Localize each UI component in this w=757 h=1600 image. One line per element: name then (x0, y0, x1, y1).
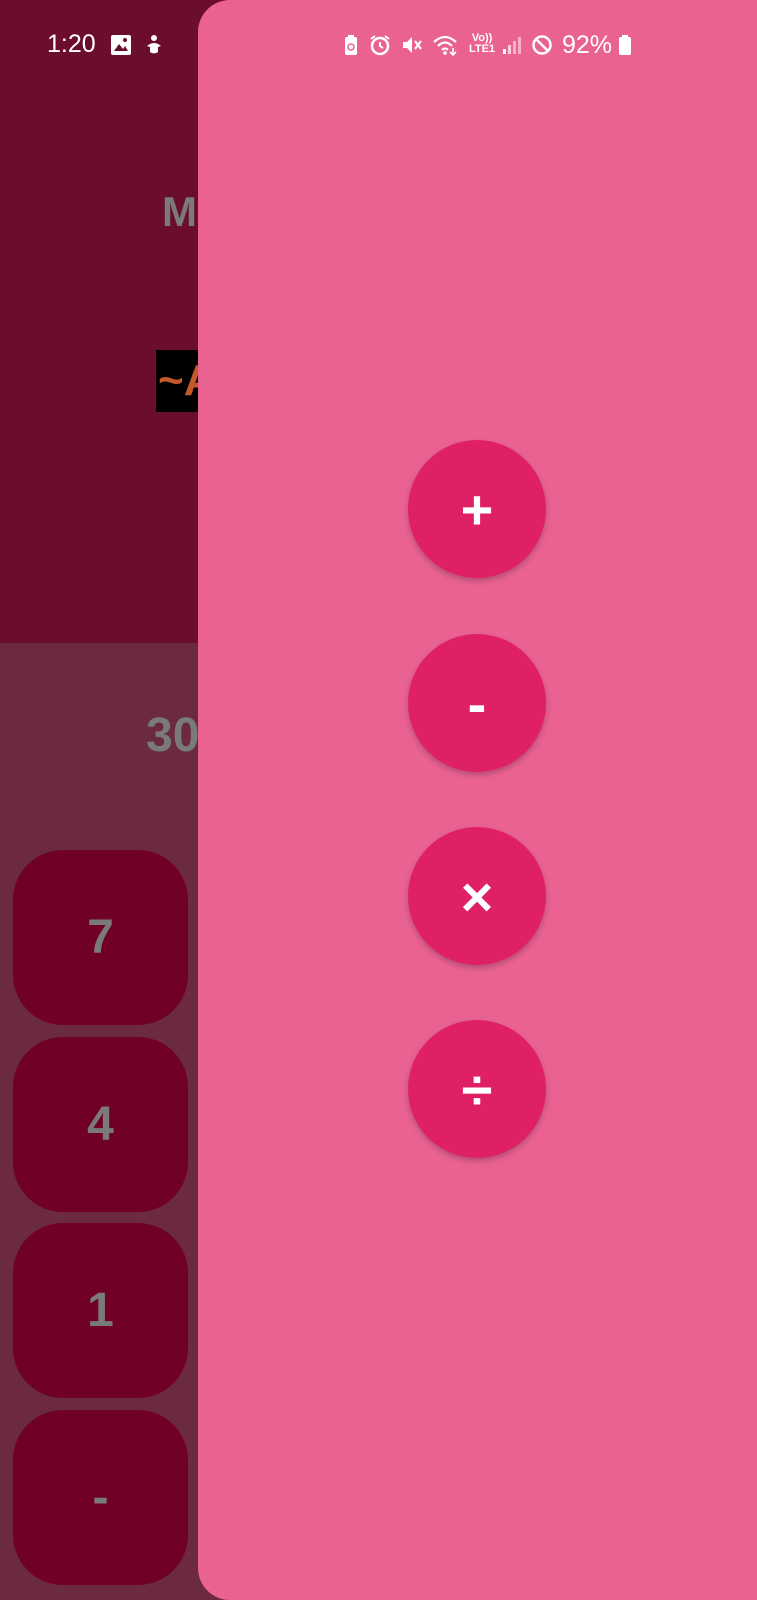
figure-icon (143, 34, 165, 56)
result-display: 30 (146, 709, 200, 762)
battery-saver-icon (340, 34, 362, 56)
lte-label-bottom: LTE1 (468, 43, 496, 55)
alarm-icon (369, 34, 391, 56)
divide-button[interactable]: ÷ (408, 1020, 546, 1158)
key-1-button[interactable]: 1 (13, 1223, 188, 1398)
wifi-icon (433, 34, 459, 57)
key-7-button[interactable]: 7 (13, 850, 188, 1025)
status-time: 1:20 (47, 30, 96, 58)
subtract-button[interactable]: - (408, 634, 546, 772)
app-title: M (162, 188, 197, 235)
image-icon (110, 34, 132, 56)
key-minus-button[interactable]: - (13, 1410, 188, 1585)
do-not-disturb-icon (531, 34, 553, 56)
mute-icon (401, 34, 423, 56)
key-4-button[interactable]: 4 (13, 1037, 188, 1212)
app-screen: M ~A 30 7 4 1 - 1:20 Vo)) LTE1 92% + - ×… (0, 0, 757, 1600)
battery-icon (618, 34, 640, 56)
lte-icon: Vo)) LTE1 (467, 33, 497, 55)
battery-percent: 92% (562, 31, 613, 59)
multiply-button[interactable]: × (408, 827, 546, 965)
add-button[interactable]: + (408, 440, 546, 578)
signal-icon (501, 34, 523, 56)
operator-drawer: + - × ÷ (198, 0, 757, 1600)
status-bar: 1:20 Vo)) LTE1 92% (0, 0, 757, 95)
